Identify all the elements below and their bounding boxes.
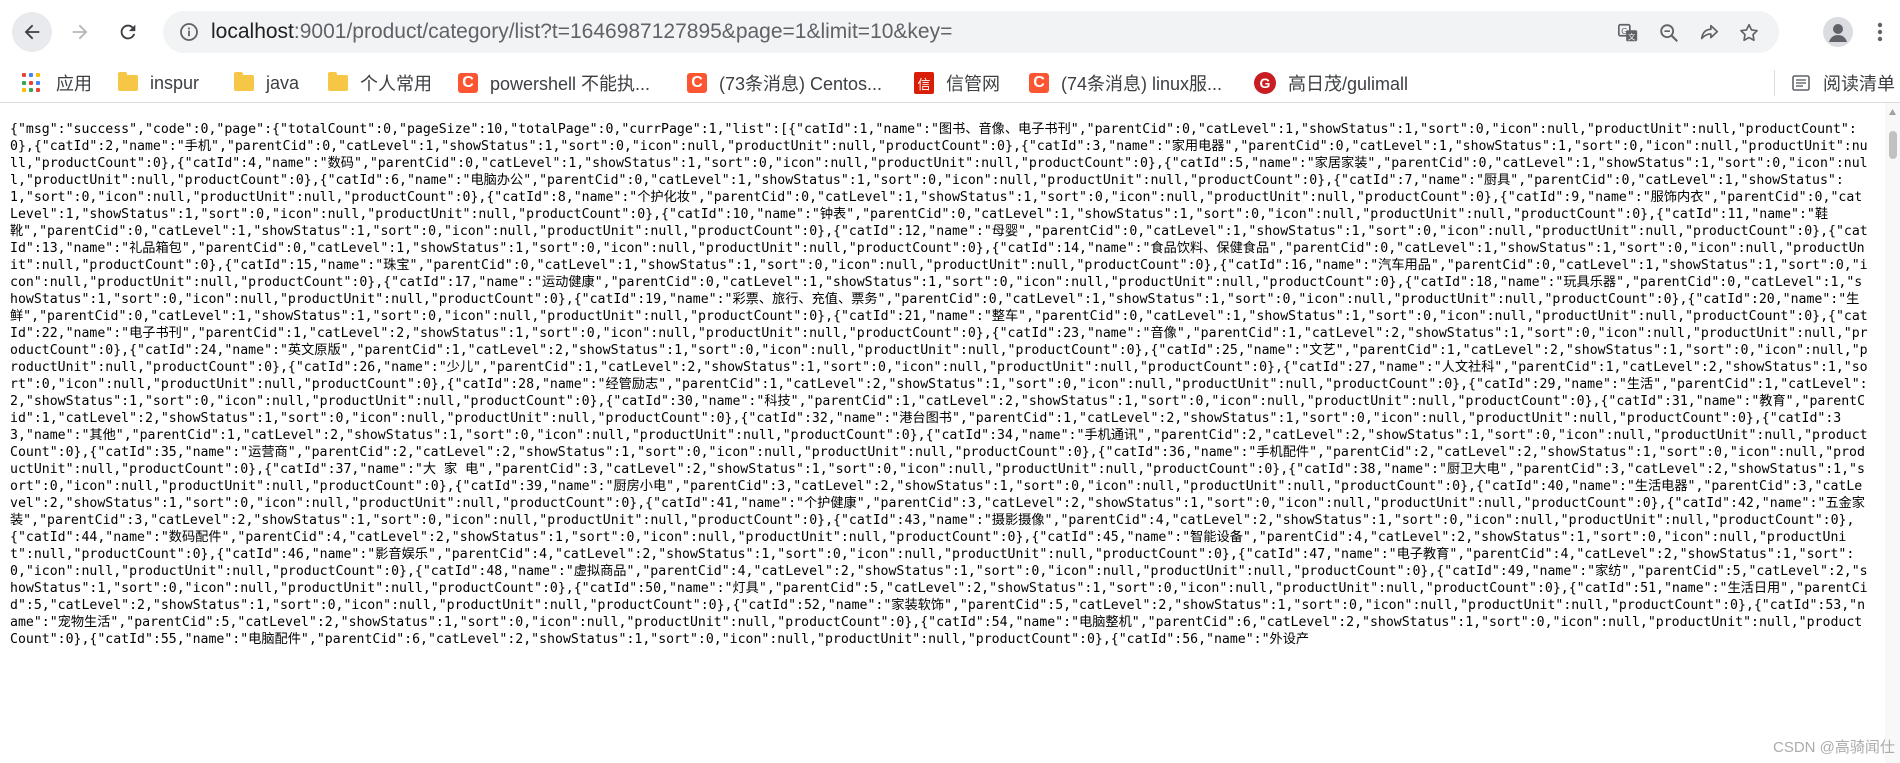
bookmark-label: powershell 不能执...	[490, 74, 651, 94]
apps-grid-icon	[22, 73, 42, 93]
svg-text:文: 文	[1628, 32, 1636, 41]
bookmarks-bar: 应用 inspur java 个人常用 C powershell 不能执... …	[0, 64, 1900, 103]
bookmark-folder-personal[interactable]: 个人常用	[328, 64, 432, 102]
browser-toolbar: localhost:9001/product/category/list?t=1…	[0, 0, 1900, 64]
csdn-icon: C	[458, 73, 478, 93]
vertical-scrollbar[interactable]	[1885, 103, 1900, 763]
page-content: {"msg":"success","code":0,"page":{"total…	[0, 103, 1878, 763]
folder-icon	[118, 72, 138, 91]
folder-icon	[234, 72, 254, 91]
bookmark-apps[interactable]: 应用	[22, 64, 92, 102]
csdn-icon: C	[687, 73, 707, 93]
bookmark-label: 个人常用	[360, 74, 432, 94]
reading-list-label: 阅读清单	[1823, 74, 1895, 94]
bookmark-star-icon[interactable]	[1737, 21, 1761, 45]
forward-button[interactable]	[60, 12, 100, 52]
url-text[interactable]: localhost:9001/product/category/list?t=1…	[211, 11, 952, 53]
share-icon[interactable]	[1697, 21, 1721, 45]
bookmark-centos[interactable]: C (73条消息) Centos...	[687, 64, 882, 102]
bookmark-xinguan[interactable]: 信 信管网	[914, 64, 1000, 102]
csdn-watermark: CSDN @高骑闻仕	[1773, 739, 1895, 756]
url-path: :9001/product/category/list?t=1646987127…	[293, 20, 953, 43]
bookmark-folder-inspur[interactable]: inspur	[118, 64, 199, 102]
bookmark-label: (73条消息) Centos...	[719, 74, 883, 94]
kebab-menu-icon	[1877, 22, 1883, 42]
arrow-left-icon	[24, 24, 40, 40]
bookmark-folder-java[interactable]: java	[234, 64, 299, 102]
gitee-icon: G	[1254, 72, 1276, 94]
bookmark-label: (74条消息) linux服...	[1061, 74, 1223, 94]
person-icon	[1829, 24, 1847, 42]
reading-list-button[interactable]: 阅读清单	[1774, 70, 1895, 96]
scrollbar-thumb[interactable]	[1889, 131, 1897, 159]
bookmark-label: inspur	[150, 72, 200, 93]
bookmark-label: java	[266, 72, 300, 93]
browser-menu-button[interactable]	[1870, 18, 1890, 46]
bookmark-gulimall[interactable]: G 高日茂/gulimall	[1254, 64, 1408, 102]
site-info-icon[interactable]	[179, 22, 199, 42]
bookmark-label: 应用	[56, 74, 92, 94]
translate-icon[interactable]: G 文	[1616, 21, 1640, 45]
bookmark-linux[interactable]: C (74条消息) linux服...	[1029, 64, 1222, 102]
csdn-icon: C	[1029, 73, 1049, 93]
arrow-right-icon	[72, 24, 88, 40]
reload-button[interactable]	[108, 12, 148, 52]
scroll-up-arrow-icon[interactable]	[1888, 108, 1897, 116]
profile-avatar[interactable]	[1823, 17, 1853, 47]
back-button[interactable]	[12, 12, 52, 52]
folder-icon	[328, 72, 348, 91]
zoom-icon[interactable]	[1657, 21, 1681, 45]
bookmark-label: 信管网	[946, 74, 1000, 94]
xinguan-icon: 信	[914, 72, 934, 94]
url-host: localhost	[211, 20, 294, 43]
json-response-body: {"msg":"success","code":0,"page":{"total…	[10, 122, 1868, 647]
bookmark-powershell[interactable]: C powershell 不能执...	[458, 64, 650, 102]
bookmark-label: 高日茂/gulimall	[1288, 74, 1409, 94]
reading-list-icon	[1792, 75, 1810, 91]
address-bar[interactable]: localhost:9001/product/category/list?t=1…	[163, 11, 1779, 53]
reload-icon	[120, 24, 136, 40]
